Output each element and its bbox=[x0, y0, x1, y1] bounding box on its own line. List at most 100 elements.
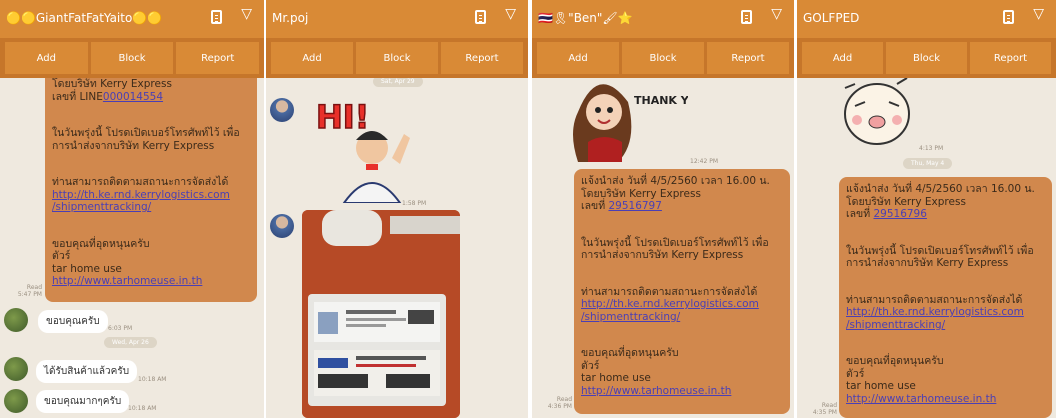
message-line: ท่านสามารถติดตามสถานะการจัดส่งได้ bbox=[846, 293, 1023, 306]
message-time: 5:47 PM bbox=[17, 291, 42, 298]
shared-photo[interactable] bbox=[302, 210, 460, 418]
message-line: เลขที่ LINE000014554 bbox=[52, 91, 250, 104]
message-line: ท่านสามารถติดตามสถานะการจัดส่งได้ bbox=[52, 176, 229, 188]
sticker-text: THANK YOU bbox=[634, 94, 688, 107]
message-bubble: แจ้งนำส่ง วันที่ 4/5/2560 เวลา 16.00 น. … bbox=[839, 177, 1052, 418]
hi-sticker: HI! bbox=[304, 88, 414, 204]
message-line: แจ้งนำส่ง วันที่ 4/5/2560 เวลา 16.00 น. bbox=[581, 175, 770, 187]
message-line: ตัวร์ bbox=[52, 250, 71, 262]
action-bar: Add Block Report bbox=[0, 38, 264, 78]
reply-bubble: ได้รับสินค้าแล้วครับ bbox=[36, 360, 138, 383]
message-line: เลขที่ 29516797 bbox=[581, 200, 783, 213]
message-time: 4:35 PM bbox=[812, 409, 837, 416]
message-line: เลขที่ 29516796 bbox=[846, 208, 1045, 221]
block-button[interactable]: Block bbox=[90, 42, 174, 74]
chevron-down-icon[interactable]: ▽ bbox=[1033, 6, 1044, 22]
chat-panel-mrpoj: Sat, Apr 29 HI! 1:58 PM Mr.poj ▽ Add Blo… bbox=[266, 0, 528, 418]
message-line: โดยบริษัท Kerry Express bbox=[52, 78, 172, 90]
report-button[interactable]: Report bbox=[707, 42, 789, 74]
contact-name: GOLFPED bbox=[803, 11, 860, 25]
date-separator: Wed, Apr 26 bbox=[104, 337, 157, 348]
action-bar: Add Block Report bbox=[797, 38, 1056, 78]
avatar[interactable] bbox=[270, 214, 294, 238]
message-line: ขอบคุณที่อุดหนุนครับ bbox=[52, 237, 150, 250]
message-line: tar home use bbox=[52, 262, 122, 275]
chevron-down-icon[interactable]: ▽ bbox=[771, 6, 782, 22]
tracking-url-link-cont[interactable]: /shipmenttracking/ bbox=[846, 319, 1045, 332]
website-link[interactable]: http://www.tarhomeuse.in.th bbox=[52, 275, 250, 288]
message-time: 4:36 PM bbox=[547, 403, 572, 410]
message-time: 10:18 AM bbox=[138, 376, 167, 383]
message-line: โดยบริษัท Kerry Express bbox=[846, 195, 966, 208]
message-line: ขอบคุณที่อุดหนุนครับ bbox=[846, 355, 944, 367]
action-bar: Add Block Report bbox=[266, 38, 528, 78]
chevron-down-icon[interactable]: ▽ bbox=[241, 6, 252, 22]
block-button[interactable]: Block bbox=[622, 42, 704, 74]
reply-bubble: ขอบคุณมากๆครับ bbox=[36, 390, 130, 413]
avatar[interactable] bbox=[4, 357, 28, 381]
message-line: ในวันพรุ่งนี้ โปรดเปิดเบอร์โทรศัพท์ไว้ เ… bbox=[581, 236, 769, 249]
message-time: 4:13 PM bbox=[919, 145, 944, 152]
message-line: ท่านสามารถติดตามสถานะการจัดส่งได้ bbox=[581, 285, 758, 298]
chevron-down-icon[interactable]: ▽ bbox=[505, 6, 516, 22]
reply-bubble: ขอบคุณครับ bbox=[38, 310, 108, 333]
website-link[interactable]: http://www.tarhomeuse.in.th bbox=[846, 393, 1045, 406]
report-button[interactable]: Report bbox=[970, 42, 1051, 74]
avatar[interactable] bbox=[4, 308, 28, 332]
avatar[interactable] bbox=[4, 389, 28, 413]
message-line: tar home use bbox=[581, 372, 651, 384]
thank-you-sticker: THANK YOU bbox=[568, 72, 707, 162]
sticker-text: HI! bbox=[316, 98, 369, 136]
tracking-url-link[interactable]: http://th.ke.rnd.kerrylogistics.com bbox=[581, 298, 783, 311]
message-time: 1:58 PM bbox=[402, 200, 427, 207]
message-bubble: โดยบริษัท Kerry Express เลขที่ LINE00001… bbox=[45, 70, 257, 302]
message-line: ตัวร์ bbox=[581, 359, 600, 372]
message-text: เลขที่ bbox=[846, 208, 874, 220]
message-bubble: แจ้งนำส่ง วันที่ 4/5/2560 เวลา 16.00 น. … bbox=[574, 169, 790, 414]
message-status: Read 4:35 PM bbox=[801, 402, 837, 416]
tracking-url-link[interactable]: http://th.ke.rnd.kerrylogistics.com bbox=[846, 306, 1045, 319]
add-button[interactable]: Add bbox=[802, 42, 883, 74]
report-button[interactable]: Report bbox=[176, 42, 260, 74]
message-line: tar home use bbox=[846, 380, 916, 392]
block-button[interactable]: Block bbox=[356, 42, 438, 74]
chat-panel-giantfat: โดยบริษัท Kerry Express เลขที่ LINE00001… bbox=[0, 0, 264, 418]
message-line: โดยบริษัท Kerry Express bbox=[581, 187, 701, 200]
read-label: Read bbox=[821, 402, 837, 409]
avatar[interactable] bbox=[270, 98, 294, 122]
add-button[interactable]: Add bbox=[271, 42, 353, 74]
notes-icon[interactable] bbox=[211, 10, 222, 24]
notes-icon[interactable] bbox=[475, 10, 486, 24]
chat-header: Mr.poj ▽ bbox=[266, 0, 528, 38]
message-time: 12:42 PM bbox=[690, 158, 718, 165]
message-line: การนำส่งจากบริษัท Kerry Express bbox=[581, 249, 744, 261]
add-button[interactable]: Add bbox=[537, 42, 619, 74]
message-line: ในวันพรุ่งนี้ โปรดเปิดเบอร์โทรศัพท์ไว้ เ… bbox=[52, 127, 240, 139]
read-label: Read bbox=[556, 396, 572, 403]
notes-icon[interactable] bbox=[1003, 10, 1014, 24]
add-button[interactable]: Add bbox=[5, 42, 88, 74]
date-separator: Thu, May 4 bbox=[903, 158, 953, 169]
contact-name: 🟡🟡GiantFatFatYaito🟡🟡 bbox=[6, 11, 163, 25]
message-status: Read 4:36 PM bbox=[536, 396, 572, 410]
read-label: Read bbox=[26, 284, 42, 291]
block-button[interactable]: Block bbox=[886, 42, 967, 74]
message-time: 10:18 AM bbox=[128, 405, 157, 412]
message-status: Read 5:47 PM bbox=[6, 284, 42, 298]
tracking-url-link-cont[interactable]: /shipmenttracking/ bbox=[581, 311, 783, 324]
message-line: การนำส่งจากบริษัท Kerry Express bbox=[52, 139, 215, 152]
pig-sticker bbox=[837, 74, 917, 148]
contact-name: Mr.poj bbox=[272, 11, 309, 25]
message-line: ในวันพรุ่งนี้ โปรดเปิดเบอร์โทรศัพท์ไว้ เ… bbox=[846, 244, 1034, 257]
message-text: เลขที่ bbox=[581, 200, 609, 212]
tracking-link[interactable]: 29516797 bbox=[608, 200, 661, 212]
tracking-url-link-cont[interactable]: /shipmenttracking/ bbox=[52, 201, 250, 214]
website-link[interactable]: http://www.tarhomeuse.in.th bbox=[581, 385, 783, 398]
tracking-link[interactable]: 000014554 bbox=[103, 91, 163, 103]
tracking-url-link[interactable]: http://th.ke.rnd.kerrylogistics.com bbox=[52, 189, 250, 202]
report-button[interactable]: Report bbox=[441, 42, 523, 74]
notes-icon[interactable] bbox=[741, 10, 752, 24]
chat-panel-golfped: 4:13 PM Thu, May 4 แจ้งนำส่ง วันที่ 4/5/… bbox=[797, 0, 1056, 418]
message-line: การนำส่งจากบริษัท Kerry Express bbox=[846, 257, 1009, 269]
tracking-link[interactable]: 29516796 bbox=[873, 208, 926, 220]
